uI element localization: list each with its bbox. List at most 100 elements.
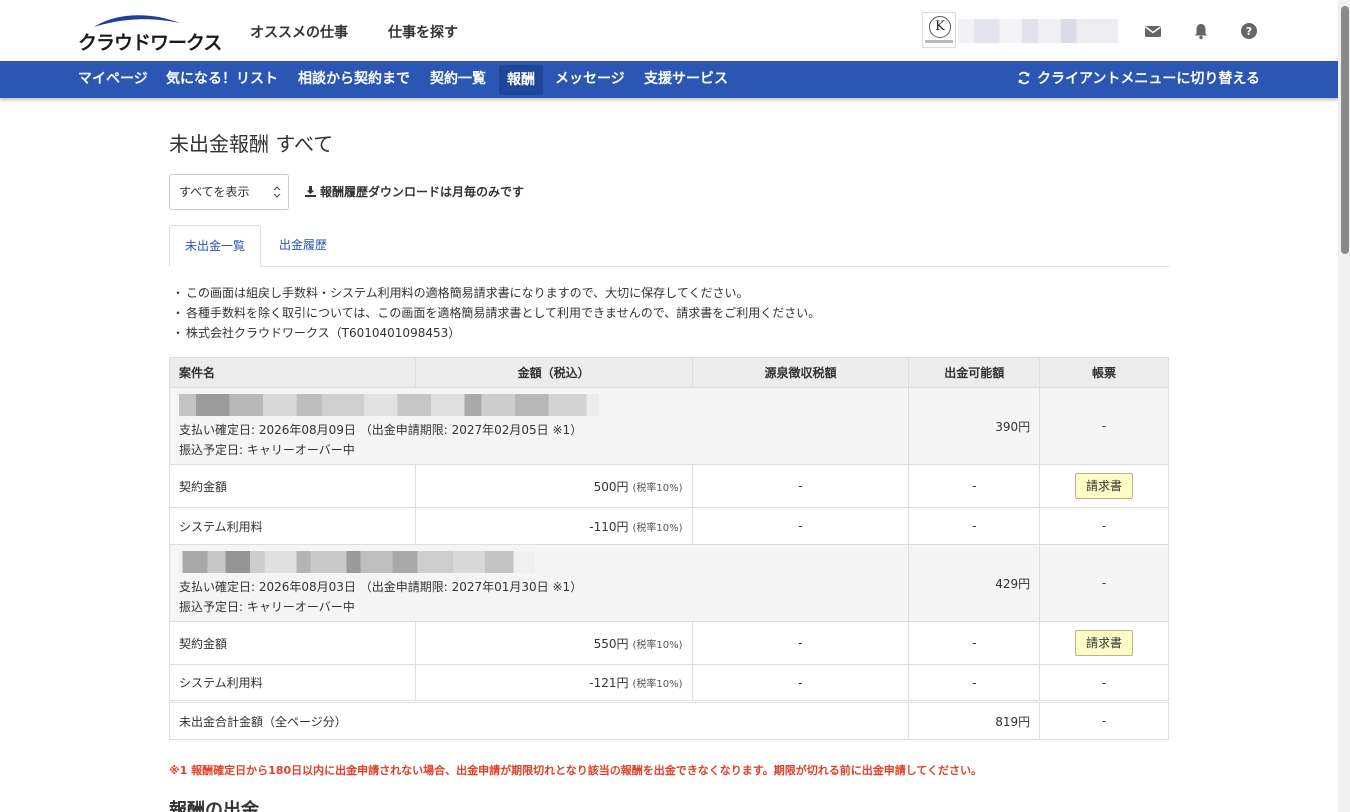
nav-messages[interactable]: メッセージ — [555, 61, 625, 98]
table-header-row: 案件名 金額（税込） 源泉徴収税額 出金可能額 帳票 — [169, 357, 1169, 388]
col-available: 出金可能額 — [908, 357, 1041, 388]
nav-rewards[interactable]: 報酬 — [499, 65, 543, 95]
row-document: - — [1039, 507, 1169, 545]
main-nav-bar: マイページ 気になる！リスト 相談から契約まで 契約一覧 報酬 メッセージ 支援… — [0, 61, 1338, 98]
nav-find-jobs[interactable]: 仕事を探す — [388, 22, 458, 42]
row-tax-rate: (税率10%) — [632, 639, 683, 651]
row-withholding: - — [691, 664, 910, 702]
table-row: 契約金額 500円 (税率10%) - - 請求書 — [169, 464, 1169, 508]
invoice-button[interactable]: 請求書 — [1075, 630, 1134, 656]
note-item: 株式会社クラウドワークス（T6010401098453） — [172, 323, 820, 343]
row-label: システム利用料 — [169, 664, 416, 702]
row-document-cell: 請求書 — [1039, 464, 1169, 508]
row-tax-rate: (税率10%) — [632, 522, 683, 534]
table-row: システム利用料 -121円 (税率10%) - - - — [169, 664, 1169, 702]
row-available: - — [908, 464, 1041, 508]
refresh-icon — [1018, 71, 1030, 85]
job-title-redacted[interactable] — [179, 394, 599, 416]
download-icon — [305, 186, 316, 197]
job-confirm-date: 支払い確定日: 2026年08月03日 （出金申請期限: 2027年01月30日… — [179, 580, 583, 594]
row-withholding: - — [691, 621, 910, 665]
nav-consult-to-contract[interactable]: 相談から契約まで — [298, 61, 410, 98]
logo-swoosh-icon — [94, 15, 180, 27]
row-tax-rate: (税率10%) — [632, 482, 683, 494]
col-amount: 金額（税込） — [414, 357, 693, 388]
avatar[interactable]: K — [922, 12, 956, 48]
filter-selected-value: すべてを表示 — [179, 185, 250, 199]
select-arrows-icon — [273, 186, 281, 198]
col-document: 帳票 — [1039, 357, 1169, 388]
nav-contracts[interactable]: 契約一覧 — [430, 61, 486, 98]
job-transfer-date: 振込予定日: キャリーオーバー中 — [179, 443, 355, 457]
row-tax-rate: (税率10%) — [632, 679, 683, 690]
job-available-amount: 429円 — [908, 544, 1041, 622]
logo-text: クラウドワークス — [78, 32, 222, 54]
row-amount-cell: 550円 (税率10%) — [414, 621, 693, 665]
row-label: 契約金額 — [169, 621, 416, 665]
job-transfer-date: 振込予定日: キャリーオーバー中 — [179, 600, 355, 614]
row-available: - — [908, 621, 1041, 665]
switch-label: クライアントメニューに切り替える — [1036, 71, 1260, 87]
row-withholding: - — [691, 507, 910, 545]
row-document-cell: 請求書 — [1039, 621, 1169, 665]
user-name-redacted[interactable] — [958, 19, 1118, 43]
job-title-redacted[interactable] — [179, 551, 535, 573]
row-available: - — [908, 507, 1041, 545]
row-withholding: - — [691, 464, 910, 508]
nav-mypage[interactable]: マイページ — [78, 61, 148, 98]
job-info-cell: 支払い確定日: 2026年08月09日 （出金申請期限: 2027年02月05日… — [168, 387, 910, 465]
row-available: - — [908, 664, 1041, 702]
scrollbar-thumb[interactable] — [1341, 6, 1349, 254]
table-row-total: 未出金合計金額（全ページ分） 819円 - — [168, 700, 1169, 740]
svg-text:?: ? — [1246, 25, 1252, 38]
job-document: - — [1039, 387, 1169, 465]
table-row: 契約金額 550円 (税率10%) - - 請求書 — [169, 621, 1169, 665]
section-heading-payout: 報酬の出金 — [169, 800, 259, 812]
job-confirm-date: 支払い確定日: 2026年08月09日 （出金申請期限: 2027年02月05日… — [179, 423, 583, 437]
table-row-job: 支払い確定日: 2026年08月03日 （出金申請期限: 2027年01月30日… — [168, 544, 1169, 622]
nav-recommended-jobs[interactable]: オススメの仕事 — [250, 22, 348, 42]
row-amount: -121円 — [589, 676, 629, 690]
note-item: この画面は組戻し手数料・システム利用料の適格簡易請求書になりますので、大切に保存… — [172, 283, 820, 303]
row-amount: 500円 — [593, 479, 629, 494]
bell-icon[interactable] — [1192, 22, 1210, 40]
row-label: システム利用料 — [169, 507, 416, 545]
avatar-caption-blur — [925, 40, 953, 43]
tab-payout-history[interactable]: 出金履歴 — [279, 225, 327, 267]
tab-unpaid-list[interactable]: 未出金一覧 — [169, 225, 261, 267]
col-withholding: 源泉徴収税額 — [691, 357, 910, 388]
total-label: 未出金合計金額（全ページ分） — [168, 700, 910, 740]
row-amount: -110円 — [589, 519, 629, 534]
crowdworks-logo[interactable]: クラウドワークス — [78, 14, 222, 54]
job-document: - — [1039, 544, 1169, 622]
total-amount: 819円 — [908, 700, 1041, 740]
unpaid-rewards-table: 案件名 金額（税込） 源泉徴収税額 出金可能額 帳票 支払い確定日: 2026年… — [168, 357, 1169, 740]
invoice-notes: この画面は組戻し手数料・システム利用料の適格簡易請求書になりますので、大切に保存… — [172, 283, 820, 343]
row-amount-cell: 500円 (税率10%) — [414, 464, 693, 508]
page-title: 未出金報酬 すべて — [169, 132, 334, 156]
row-amount-cell: -121円 (税率10%) — [414, 664, 693, 702]
top-header: クラウドワークス オススメの仕事 仕事を探す K ? — [0, 0, 1338, 61]
tab-bar: 未出金一覧 出金履歴 — [169, 225, 1169, 267]
nav-support[interactable]: 支援サービス — [644, 61, 728, 98]
note-item: 各種手数料を除く取引については、この画面を適格簡易請求書として利用できませんので… — [172, 303, 820, 323]
row-document: - — [1039, 664, 1169, 702]
help-icon[interactable]: ? — [1240, 22, 1258, 40]
total-document: - — [1039, 700, 1169, 740]
row-label: 契約金額 — [169, 464, 416, 508]
expiry-warning: ※1 報酬確定日から180日以内に出金申請されない場合、出金申請が期限切れとなり… — [169, 764, 983, 777]
switch-client-menu[interactable]: クライアントメニューに切り替える — [1017, 61, 1260, 98]
job-available-amount: 390円 — [908, 387, 1041, 465]
nav-favorites[interactable]: 気になる！リスト — [166, 61, 278, 98]
mail-icon[interactable] — [1144, 22, 1162, 40]
table-row-job: 支払い確定日: 2026年08月09日 （出金申請期限: 2027年02月05日… — [168, 387, 1169, 465]
row-amount-cell: -110円 (税率10%) — [414, 507, 693, 545]
job-info-cell: 支払い確定日: 2026年08月03日 （出金申請期限: 2027年01月30日… — [168, 544, 910, 622]
table-row: システム利用料 -110円 (税率10%) - - - — [169, 507, 1169, 545]
col-job-name: 案件名 — [169, 357, 416, 388]
download-note: 報酬履歴ダウンロードは月毎のみです — [305, 183, 524, 200]
filter-select[interactable]: すべてを表示 — [169, 174, 289, 210]
invoice-button[interactable]: 請求書 — [1075, 473, 1134, 499]
download-note-text: 報酬履歴ダウンロードは月毎のみです — [320, 185, 525, 199]
avatar-letter: K — [929, 16, 951, 38]
